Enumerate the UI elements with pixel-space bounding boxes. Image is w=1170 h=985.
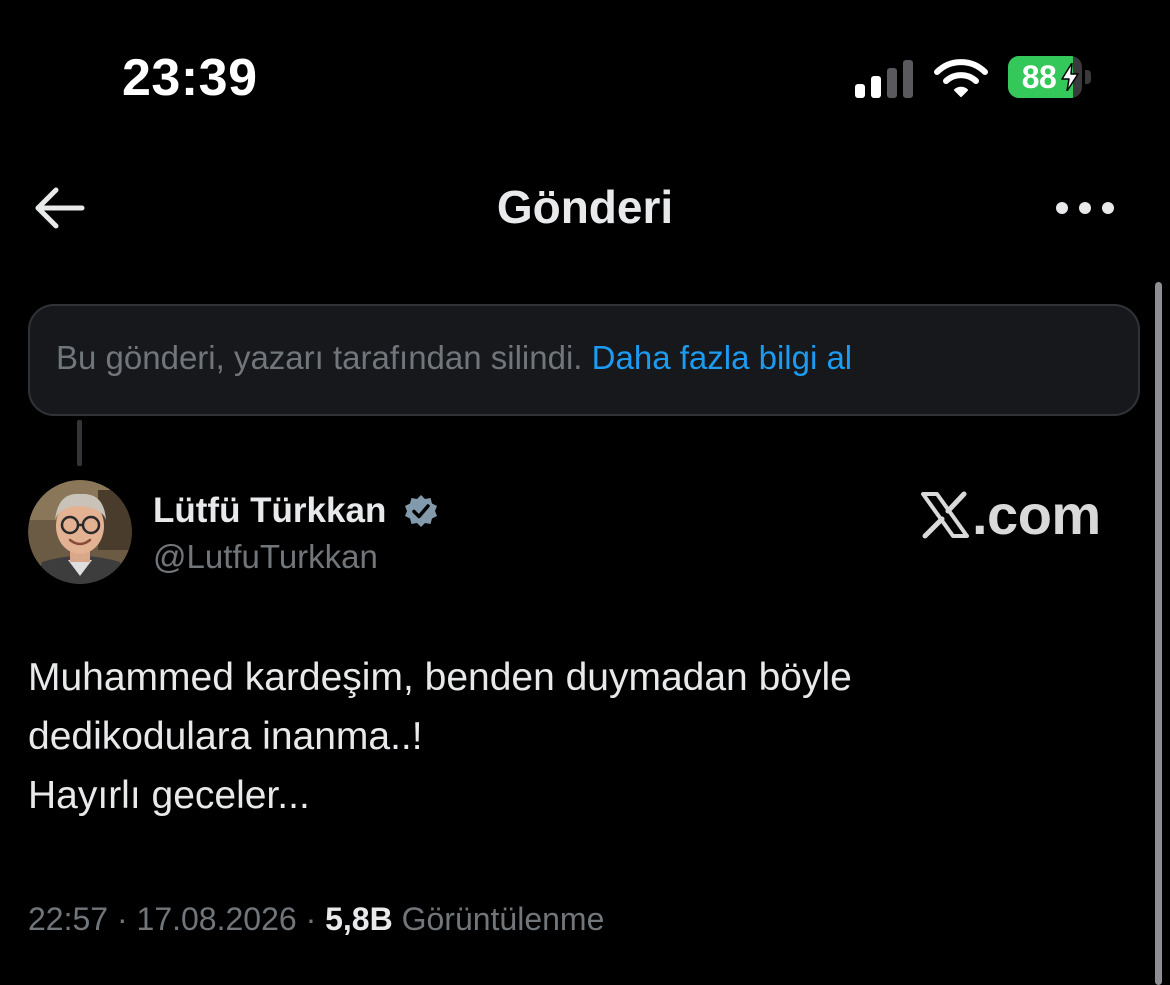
charging-icon [1061,63,1079,91]
signal-icon [855,60,913,98]
post-text-line: Muhammed kardeşim, benden duymadan böyle [28,656,852,699]
watermark-text: .com [972,483,1101,546]
page-title: Gönderi [496,181,674,233]
deleted-post-notice: Bu gönderi, yazarı tarafından silindi. D… [28,304,1140,416]
signal-bar [871,76,881,98]
meta-separator: · [305,901,317,937]
signal-bar [855,84,865,98]
back-button[interactable] [30,180,90,236]
x-com-watermark: .com [920,484,1101,546]
battery-indicator: 88 [1008,56,1092,100]
author-username[interactable]: @LutfuTurkkan [153,534,378,580]
battery-icon: 88 [1008,56,1082,98]
views-count[interactable]: 5,8B [325,901,393,937]
x-logo-icon [921,491,969,539]
status-time: 23:39 [122,49,258,107]
signal-bar [887,68,897,98]
wifi-icon [934,59,988,97]
views-label: Görüntülenme [401,901,605,937]
learn-more-link[interactable]: Daha fazla bilgi al [592,339,853,376]
meta-separator: · [116,901,128,937]
scrollbar[interactable] [1155,282,1162,985]
avatar[interactable] [28,480,132,584]
post-text-line: Hayırlı geceler... [28,774,310,817]
deleted-notice-text: Bu gönderi, yazarı tarafından silindi. [56,339,583,376]
ellipsis-icon [1056,202,1114,214]
deleted-notice-text-wrap: Bu gönderi, yazarı tarafından silindi. D… [56,335,852,381]
post-time[interactable]: 22:57 [28,901,108,937]
post-text: Muhammed kardeşim, benden duymadan böyle… [28,648,1138,825]
post-text-line: dedikodulara inanma..! [28,715,423,758]
signal-bar [903,60,913,98]
arrow-left-icon [35,187,85,229]
verified-badge-icon [405,495,437,527]
thread-connector-line [77,420,82,466]
battery-cap [1085,70,1091,84]
more-options-button[interactable] [1052,190,1118,226]
author-display-name[interactable]: Lütfü Türkkan [153,488,386,534]
post-date[interactable]: 17.08.2026 [137,901,297,937]
post-metadata: 22:57 · 17.08.2026 · 5,8B Görüntülenme [28,896,604,942]
